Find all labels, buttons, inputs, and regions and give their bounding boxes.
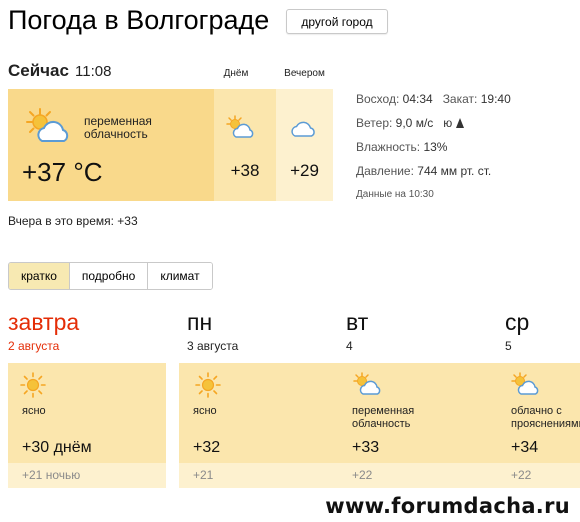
forecast-tabs: кратко подробно климат xyxy=(8,262,213,290)
day-temperature: +38 xyxy=(230,161,260,180)
tab-detailed[interactable]: подробно xyxy=(69,263,149,289)
forecast-night-temp: +22 xyxy=(511,468,532,482)
forecast-night-row: +21 ночью xyxy=(8,463,166,488)
forecast-day-date: 2 августа xyxy=(8,339,60,353)
partly-cloudy-icon xyxy=(224,115,256,141)
cloud-icon xyxy=(288,119,318,139)
change-city-button[interactable]: другой город xyxy=(286,9,388,34)
evening-forecast-card: +29 xyxy=(276,89,333,201)
forecast-day-temp: +32 xyxy=(193,439,221,456)
forecast-day-temp: +30 днём xyxy=(22,439,92,456)
yesterday-temperature: Вчера в это время: +33 xyxy=(8,214,138,228)
humidity-info: Влажность: 13% xyxy=(356,140,447,154)
current-temperature: +37 °C xyxy=(22,157,103,187)
forecast-night-row: +21 +22 +22 xyxy=(179,463,580,488)
forecast-day-temp: +34 xyxy=(511,439,539,456)
partly-cloudy-icon xyxy=(509,372,541,398)
sunset-label: Закат: xyxy=(442,92,478,106)
forecast-condition: переменная облачность xyxy=(352,405,415,430)
forecast-day-name[interactable]: пн xyxy=(187,309,212,336)
tab-brief[interactable]: кратко xyxy=(9,263,70,289)
humidity-label: Влажность: xyxy=(356,140,421,154)
forecast-night-temp: +22 xyxy=(352,468,373,482)
forecast-night-temp: +21 xyxy=(193,468,214,482)
humidity-value: 13% xyxy=(423,140,448,154)
forecast-day-name[interactable]: вт xyxy=(346,309,368,336)
forecast-day-date: 3 августа xyxy=(187,339,239,353)
wind-info: Ветер: 9,0 м/с ю xyxy=(356,116,464,130)
sun-icon xyxy=(20,372,46,398)
page-title: Погода в Волгограде xyxy=(8,5,270,35)
day-column-label: Днём xyxy=(223,68,249,79)
sun-icon xyxy=(195,372,221,398)
forecast-condition: ясно xyxy=(193,405,217,417)
forecast-condition: облачно с прояснениями xyxy=(511,405,580,430)
pressure-label: Давление: xyxy=(356,164,414,178)
wind-value: 9,0 м/с xyxy=(395,116,434,130)
forecast-day-name[interactable]: завтра xyxy=(8,309,79,336)
tab-climate[interactable]: климат xyxy=(148,263,212,289)
evening-temperature: +29 xyxy=(290,161,319,180)
forecast-card-tomorrow: ясно +30 днём xyxy=(8,363,166,463)
forecast-day-temp: +33 xyxy=(352,439,380,456)
now-time: 11:08 xyxy=(75,63,112,80)
watermark: www.forumdacha.ru xyxy=(325,490,580,522)
data-timestamp: Данные на 10:30 xyxy=(356,189,434,200)
pressure-value: 744 мм рт. ст. xyxy=(417,164,492,178)
forecast-day-date: 4 xyxy=(346,339,353,353)
wind-label: Ветер: xyxy=(356,116,393,130)
partly-cloudy-icon xyxy=(351,372,383,398)
sunrise-value: 04:34 xyxy=(402,92,433,106)
pressure-info: Давление: 744 мм рт. ст. xyxy=(356,164,491,178)
forecast-day-name[interactable]: ср xyxy=(505,309,529,336)
wind-arrow-icon xyxy=(455,118,464,128)
forecast-night-temp: +21 ночью xyxy=(22,468,81,482)
current-condition: переменная облачность xyxy=(84,114,152,141)
wind-direction: ю xyxy=(443,116,453,130)
sun-times: Восход: 04:34 Закат: 19:40 xyxy=(356,92,511,106)
now-label: Сейчас xyxy=(8,61,69,80)
forecast-condition: ясно xyxy=(22,405,46,417)
partly-cloudy-icon xyxy=(22,107,74,147)
evening-column-label: Вечером xyxy=(284,68,325,79)
sunset-value: 19:40 xyxy=(480,92,511,106)
current-weather-card: переменная облачность +37 °C xyxy=(8,89,214,201)
forecast-card-week: ясно +32 переменная облачность +33 облач… xyxy=(179,363,580,463)
forecast-day-date: 5 xyxy=(505,339,512,353)
sunrise-label: Восход: xyxy=(356,92,400,106)
day-forecast-card: +38 xyxy=(214,89,276,201)
